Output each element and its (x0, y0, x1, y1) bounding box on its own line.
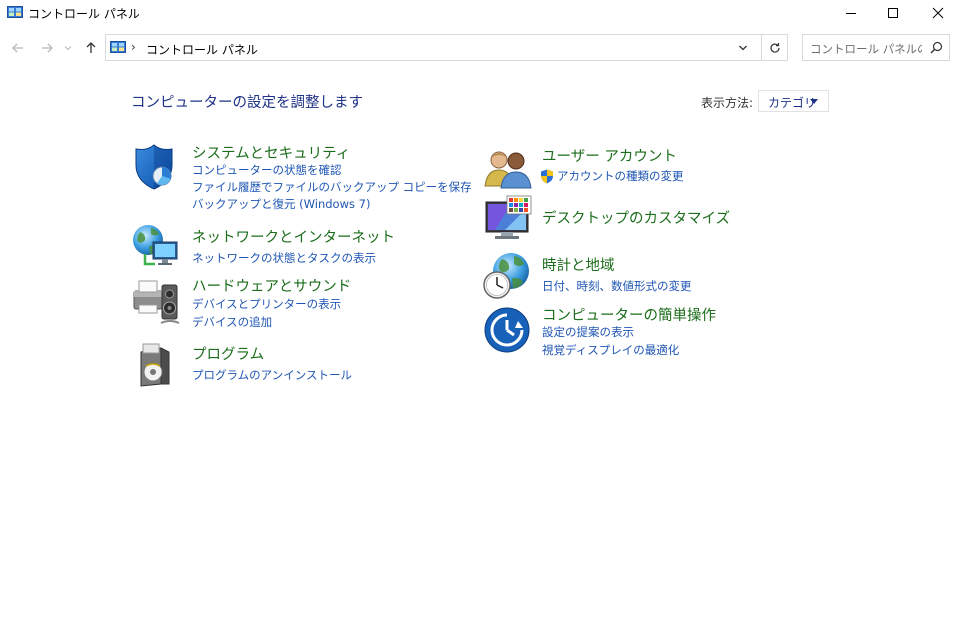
breadcrumb-separator[interactable]: › (131, 40, 136, 54)
category-ease-of-access[interactable]: コンピューターの簡単操作 (542, 304, 716, 325)
arrow-right-icon (42, 43, 53, 53)
programs-box-icon[interactable] (135, 340, 185, 390)
link-date-time-format[interactable]: 日付、時刻、数値形式の変更 (542, 278, 692, 294)
category-programs[interactable]: プログラム (192, 343, 264, 364)
address-bar[interactable]: › コントロール パネル (105, 34, 788, 61)
arrow-left-icon (12, 43, 23, 53)
link-network-status[interactable]: ネットワークの状態とタスクの表示 (192, 250, 376, 266)
breadcrumb-control-panel[interactable]: コントロール パネル (146, 41, 258, 58)
category-system-security[interactable]: システムとセキュリティ (192, 142, 350, 163)
address-divider (761, 35, 762, 60)
title-bar: コントロール パネル (0, 0, 960, 26)
forward-button[interactable] (37, 38, 57, 58)
desktop-personalization-icon[interactable] (485, 195, 535, 245)
link-check-computer-status[interactable]: コンピューターの状態を確認 (192, 162, 342, 178)
category-hardware-sound[interactable]: ハードウェアとサウンド (192, 275, 351, 296)
recent-locations-button[interactable] (61, 38, 75, 58)
view-by-label: 表示方法: (701, 96, 754, 110)
category-network-internet[interactable]: ネットワークとインターネット (192, 226, 395, 247)
view-by-dropdown[interactable]: カテゴリ (758, 90, 829, 112)
close-button[interactable] (915, 0, 960, 26)
page-title: コンピューターの設定を調整します (131, 95, 363, 111)
user-accounts-icon[interactable] (484, 146, 534, 196)
view-by-value: カテゴリ (768, 96, 817, 110)
category-user-accounts[interactable]: ユーザー アカウント (542, 145, 677, 166)
link-backup-restore[interactable]: バックアップと復元 (Windows 7) (192, 196, 370, 212)
printer-icon[interactable] (131, 277, 181, 327)
link-change-account-type-label[interactable]: アカウントの種類の変更 (557, 168, 684, 184)
link-file-history-backup[interactable]: ファイル履歴でファイルのバックアップ コピーを保存 (192, 179, 472, 195)
maximize-button[interactable] (870, 0, 916, 26)
back-button[interactable] (8, 38, 28, 58)
maximize-icon (888, 8, 898, 18)
shield-icon[interactable] (132, 143, 182, 193)
link-change-account-type[interactable]: アカウントの種類の変更 (540, 168, 684, 184)
category-clock-region[interactable]: 時計と地域 (542, 254, 615, 275)
network-globe-icon[interactable] (131, 222, 181, 272)
search-box[interactable]: コントロール パネルの... (802, 34, 950, 61)
arrow-up-icon (86, 42, 96, 53)
close-icon (932, 7, 944, 19)
address-history-button[interactable] (731, 35, 755, 60)
search-icon[interactable] (930, 41, 943, 54)
chevron-down-icon (739, 45, 747, 50)
chevron-down-icon (64, 46, 72, 51)
uac-shield-icon (541, 169, 553, 183)
category-personalization[interactable]: デスクトップのカスタマイズ (542, 207, 730, 228)
control-panel-icon (7, 6, 23, 18)
search-input[interactable]: コントロール パネルの... (810, 41, 922, 57)
refresh-button[interactable] (763, 35, 787, 60)
window-title: コントロール パネル (28, 7, 140, 21)
control-panel-icon (110, 41, 126, 53)
link-uninstall-program[interactable]: プログラムのアンインストール (192, 367, 352, 383)
refresh-icon (770, 42, 780, 53)
link-devices-printers[interactable]: デバイスとプリンターの表示 (192, 296, 341, 312)
clock-globe-icon[interactable] (482, 251, 532, 301)
ease-of-access-icon[interactable] (483, 306, 533, 356)
caret-down-icon (810, 99, 818, 104)
up-button[interactable] (81, 38, 101, 58)
link-add-device[interactable]: デバイスの追加 (192, 314, 272, 330)
minimize-icon (846, 13, 856, 14)
minimize-button[interactable] (828, 0, 874, 26)
link-optimize-visual-display[interactable]: 視覚ディスプレイの最適化 (542, 342, 679, 358)
link-get-recommendations[interactable]: 設定の提案の表示 (542, 324, 634, 340)
